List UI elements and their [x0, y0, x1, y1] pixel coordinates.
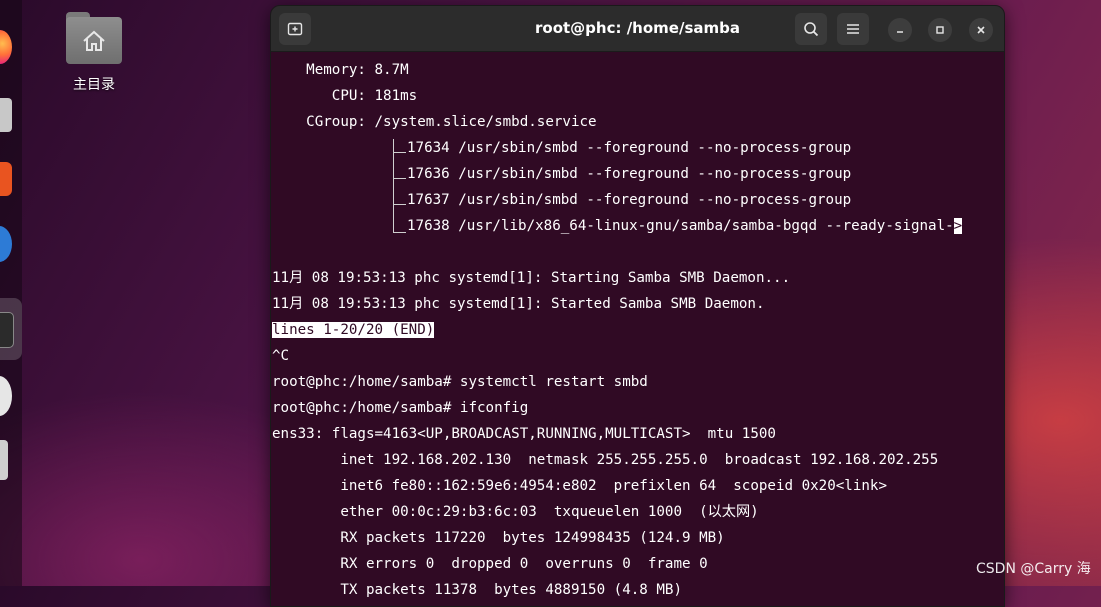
menu-button[interactable] — [837, 13, 869, 45]
terminal-line: 17636 /usr/sbin/smbd --foreground --no-p… — [407, 166, 852, 182]
terminal-line: CGroup: /system.slice/smbd.service — [272, 114, 597, 130]
files-icon[interactable] — [0, 98, 12, 132]
terminal-line: 11月 08 19:53:13 phc systemd[1]: Started … — [272, 296, 765, 312]
pager-status-line: lines 1-20/20 (END) — [272, 317, 435, 343]
minimize-icon — [897, 31, 903, 33]
cgroup-tree-lines — [393, 139, 406, 233]
disc-icon[interactable] — [0, 376, 12, 416]
desktop-home-label: 主目录 — [73, 77, 115, 93]
terminal-line: 17637 /usr/sbin/smbd --foreground --no-p… — [407, 192, 852, 208]
close-button[interactable] — [969, 18, 993, 42]
firefox-icon[interactable] — [0, 30, 12, 64]
terminal-line: ether 00:0c:29:b3:6c:03 txqueuelen 1000 … — [272, 504, 759, 520]
truncation-marker: > — [953, 218, 963, 234]
titlebar[interactable]: root@phc: /home/samba — [271, 6, 1004, 52]
hamburger-menu-icon — [847, 24, 859, 34]
pager-status: lines 1-20/20 (END) — [272, 322, 435, 338]
trash-icon[interactable] — [0, 440, 8, 480]
terminal-line-text: 17638 /usr/lib/x86_64-linux-gnu/samba/sa… — [407, 218, 954, 234]
terminal-line: root@phc:/home/samba# ifconfig — [272, 400, 529, 416]
maximize-icon — [936, 26, 944, 34]
minimize-button[interactable] — [888, 18, 912, 42]
search-icon — [804, 22, 819, 37]
close-icon — [977, 26, 985, 34]
terminal-window: root@phc: /home/samba Memory: 8.7M CPU: … — [270, 5, 1005, 607]
terminal-line: inet6 fe80::162:59e6:4954:e802 prefixlen… — [272, 478, 887, 494]
search-button[interactable] — [795, 13, 827, 45]
terminal-line: TX packets 11378 bytes 4889150 (4.8 MB) — [272, 582, 682, 598]
terminal-app-icon[interactable] — [0, 312, 14, 348]
terminal-line: 17634 /usr/sbin/smbd --foreground --no-p… — [407, 140, 852, 156]
terminal-line: CPU: 181ms — [272, 88, 418, 104]
terminal-line: 11月 08 19:53:13 phc systemd[1]: Starting… — [272, 270, 791, 286]
terminal-output[interactable]: Memory: 8.7M CPU: 181ms CGroup: /system.… — [271, 52, 1004, 606]
home-folder-icon — [66, 12, 122, 64]
terminal-line: Memory: 8.7M — [272, 62, 409, 78]
maximize-button[interactable] — [928, 18, 952, 42]
terminal-line: ^C — [272, 348, 290, 364]
terminal-line: root@phc:/home/samba# systemctl restart … — [272, 374, 648, 390]
help-icon[interactable] — [0, 226, 12, 262]
desktop-home-folder[interactable]: 主目录 — [56, 12, 132, 94]
terminal-line: RX packets 117220 bytes 124998435 (124.9… — [272, 530, 725, 546]
dock — [0, 0, 22, 586]
terminal-line: ens33: flags=4163<UP,BROADCAST,RUNNING,M… — [272, 426, 776, 442]
watermark: CSDN @Carry 海 — [976, 561, 1091, 577]
terminal-line: RX errors 0 dropped 0 overruns 0 frame 0 — [272, 556, 708, 572]
software-center-icon[interactable] — [0, 162, 12, 196]
terminal-line-truncated: 17638 /usr/lib/x86_64-linux-gnu/samba/sa… — [407, 213, 963, 239]
terminal-line: inet 192.168.202.130 netmask 255.255.255… — [272, 452, 939, 468]
